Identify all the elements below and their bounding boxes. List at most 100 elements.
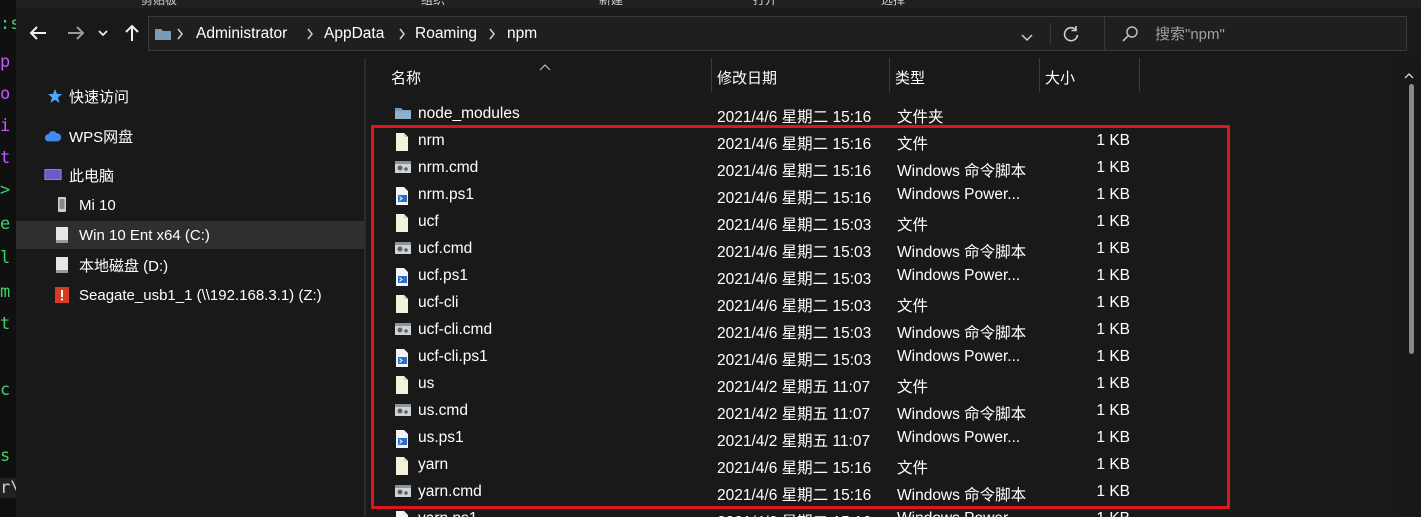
file-row[interactable]: nrm.ps1 2021/4/6 星期二 15:16 Windows Power..… bbox=[368, 182, 1398, 209]
sidebar-item-label: Win 10 Ent x64 (C:) bbox=[79, 226, 210, 244]
file-type: 文件 bbox=[897, 217, 929, 234]
navigation-pane: 快速访问 WPS网盘 此电脑 Mi 10 Win 10 Ent x64 (C:) bbox=[16, 58, 366, 517]
breadcrumb-administrator[interactable]: Administrator bbox=[196, 25, 287, 43]
file-date-modified: 2021/4/6 星期二 15:03 bbox=[717, 217, 872, 234]
file-row[interactable]: us.cmd 2021/4/2 星期五 11:07 Windows 命令脚本 1 KB bbox=[368, 398, 1398, 425]
file-type: 文件 bbox=[897, 298, 929, 315]
file-size: 1 KB bbox=[1096, 159, 1130, 176]
file-date-modified: 2021/4/6 星期二 15:03 bbox=[717, 271, 872, 288]
file-size: 1 KB bbox=[1096, 240, 1130, 257]
file-name: nrm.ps1 bbox=[418, 186, 474, 203]
file-size: 1 KB bbox=[1096, 456, 1130, 473]
file-row[interactable]: nrm.cmd 2021/4/6 星期二 15:16 Windows 命令脚本 1 K… bbox=[368, 155, 1398, 182]
sidebar-item-label: WPS网盘 bbox=[69, 128, 134, 146]
terminal-glyph: c bbox=[0, 380, 11, 400]
sidebar-item-quick-access[interactable]: 快速访问 bbox=[16, 82, 364, 110]
ribbon-group-organize[interactable]: 组织 bbox=[421, 0, 445, 8]
file-row[interactable]: yarn 2021/4/6 星期二 15:16 文件 1 KB bbox=[368, 452, 1398, 479]
network-drive-error-icon bbox=[53, 286, 71, 304]
file-explorer-window: 剪贴板 组织 新建 打开 选择 Administrator AppData Ro… bbox=[16, 0, 1421, 517]
file-size: 1 KB bbox=[1096, 375, 1130, 392]
file-type: 文件 bbox=[897, 136, 929, 153]
file-size: 1 KB bbox=[1096, 132, 1130, 149]
file-type: 文件 bbox=[897, 460, 929, 477]
sidebar-item-this-pc[interactable]: 此电脑 bbox=[16, 161, 364, 189]
ribbon-group-clipboard[interactable]: 剪贴板 bbox=[141, 0, 177, 8]
breadcrumb-roaming[interactable]: Roaming bbox=[415, 25, 477, 43]
terminal-glyph: t bbox=[0, 314, 11, 334]
file-date-modified: 2021/4/6 星期二 15:03 bbox=[717, 325, 872, 342]
file-row[interactable]: ucf.cmd 2021/4/6 星期二 15:03 Windows 命令脚本 1 K… bbox=[368, 236, 1398, 263]
file-row[interactable]: ucf-cli.cmd 2021/4/6 星期二 15:03 Windows 命令脚… bbox=[368, 317, 1398, 344]
up-button[interactable] bbox=[121, 22, 143, 44]
file-type: Windows Power... bbox=[897, 429, 1021, 446]
refresh-icon[interactable] bbox=[1062, 25, 1080, 49]
file-row[interactable]: nrm 2021/4/6 星期二 15:16 文件 1 KB bbox=[368, 128, 1398, 155]
divider bbox=[1050, 23, 1051, 45]
breadcrumb-appdata[interactable]: AppData bbox=[324, 25, 384, 43]
address-history-dropdown-icon[interactable] bbox=[1021, 29, 1033, 46]
sidebar-item-drive-c[interactable]: Win 10 Ent x64 (C:) bbox=[16, 221, 364, 249]
column-header-size[interactable]: 大小 bbox=[1039, 58, 1139, 92]
file-row[interactable]: ucf-cli 2021/4/6 星期二 15:03 文件 1 KB bbox=[368, 290, 1398, 317]
chevron-right-icon[interactable] bbox=[398, 27, 406, 44]
file-size: 1 KB bbox=[1096, 402, 1130, 419]
file-row[interactable]: node_modules 2021/4/6 星期二 15:16 文件夹 bbox=[368, 101, 1398, 128]
ribbon-group-open[interactable]: 打开 bbox=[753, 0, 777, 8]
sidebar-item-mi10[interactable]: Mi 10 bbox=[16, 191, 364, 219]
file-date-modified: 2021/4/6 星期二 15:03 bbox=[717, 244, 872, 261]
address-bar[interactable]: Administrator AppData Roaming npm bbox=[148, 16, 1105, 51]
sidebar-divider bbox=[364, 58, 366, 517]
chevron-right-icon[interactable] bbox=[176, 27, 184, 44]
file-name: us bbox=[418, 375, 435, 392]
file-icon bbox=[394, 375, 412, 395]
file-row[interactable]: yarn.ps1 2021/4/6 星期二 15:16 Windows Power.… bbox=[368, 506, 1398, 517]
terminal-glyph: t bbox=[0, 148, 11, 168]
powershell-script-icon bbox=[394, 267, 412, 287]
file-row[interactable]: ucf-cli.ps1 2021/4/6 星期二 15:03 Windows Pow… bbox=[368, 344, 1398, 371]
ribbon-group-select[interactable]: 选择 bbox=[881, 0, 905, 8]
column-header-type[interactable]: 类型 bbox=[889, 58, 1039, 92]
sidebar-item-label: 此电脑 bbox=[69, 167, 115, 185]
chevron-right-icon[interactable] bbox=[306, 27, 314, 44]
file-size: 1 KB bbox=[1096, 429, 1130, 446]
file-name: ucf.ps1 bbox=[418, 267, 468, 284]
breadcrumb-npm[interactable]: npm bbox=[507, 25, 537, 43]
file-size: 1 KB bbox=[1096, 267, 1130, 284]
file-name: node_modules bbox=[418, 105, 520, 122]
arrow-right-icon bbox=[68, 26, 85, 40]
search-box[interactable] bbox=[1104, 16, 1407, 51]
recent-locations-button[interactable] bbox=[96, 22, 110, 44]
sidebar-item-wps-cloud[interactable]: WPS网盘 bbox=[16, 122, 364, 150]
sidebar-item-drive-z[interactable]: Seagate_usb1_1 (\\192.168.3.1) (Z:) bbox=[16, 281, 364, 309]
navigation-bar: Administrator AppData Roaming npm bbox=[16, 8, 1421, 58]
ribbon-group-new[interactable]: 新建 bbox=[599, 0, 623, 8]
chevron-right-icon[interactable] bbox=[488, 27, 496, 44]
forward-button[interactable] bbox=[65, 22, 87, 44]
back-button[interactable] bbox=[27, 22, 49, 44]
vertical-scrollbar[interactable] bbox=[1398, 58, 1421, 517]
file-date-modified: 2021/4/6 星期二 15:16 bbox=[717, 460, 872, 477]
scroll-up-icon[interactable] bbox=[1404, 66, 1414, 83]
sidebar-item-label: Mi 10 bbox=[79, 196, 116, 214]
sidebar-item-label: 快速访问 bbox=[69, 88, 130, 106]
file-size: 1 KB bbox=[1096, 348, 1130, 365]
terminal-glyph: l bbox=[0, 248, 11, 268]
file-row[interactable]: ucf 2021/4/6 星期二 15:03 文件 1 KB bbox=[368, 209, 1398, 236]
file-row[interactable]: us.ps1 2021/4/2 星期五 11:07 Windows Power...… bbox=[368, 425, 1398, 452]
sidebar-item-drive-d[interactable]: 本地磁盘 (D:) bbox=[16, 251, 364, 279]
search-input[interactable] bbox=[1155, 23, 1395, 45]
star-icon bbox=[46, 87, 64, 105]
file-size: 1 KB bbox=[1096, 510, 1130, 517]
scrollbar-thumb[interactable] bbox=[1409, 84, 1414, 354]
column-header-name[interactable]: 名称 bbox=[385, 58, 707, 92]
file-row[interactable]: yarn.cmd 2021/4/6 星期二 15:16 Windows 命令脚本 1 … bbox=[368, 479, 1398, 506]
file-date-modified: 2021/4/6 星期二 15:16 bbox=[717, 136, 872, 153]
column-header-date[interactable]: 修改日期 bbox=[711, 58, 889, 92]
file-name: ucf-cli.ps1 bbox=[418, 348, 488, 365]
column-divider[interactable] bbox=[1139, 58, 1140, 92]
file-row[interactable]: us 2021/4/2 星期五 11:07 文件 1 KB bbox=[368, 371, 1398, 398]
terminal-background: :s p o i t > e l m t c s r\ bbox=[0, 0, 16, 517]
file-date-modified: 2021/4/6 星期二 15:16 bbox=[717, 510, 871, 517]
file-row[interactable]: ucf.ps1 2021/4/6 星期二 15:03 Windows Power..… bbox=[368, 263, 1398, 290]
